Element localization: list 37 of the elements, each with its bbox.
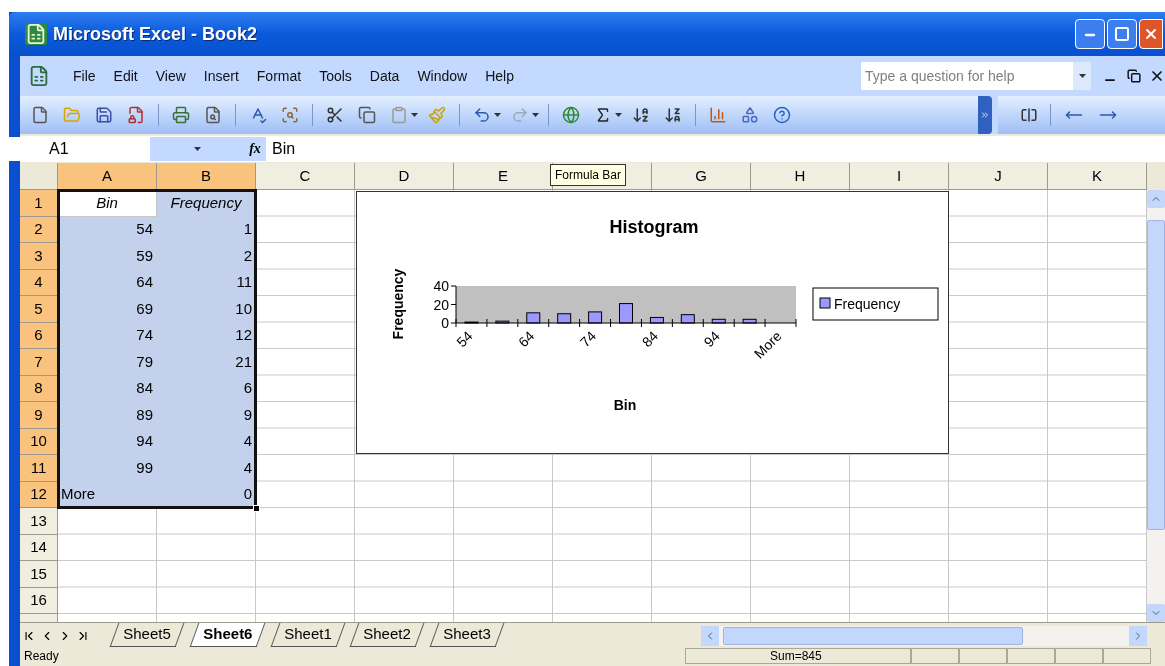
table-cell: 10 [157, 296, 256, 323]
x-tick-label: 74 [576, 327, 600, 351]
table-cell: 99 [58, 455, 157, 482]
table-cell: 1 [157, 216, 256, 243]
table-cell: 9 [157, 402, 256, 429]
table-cell: 69 [58, 296, 157, 323]
table-cell: 64 [58, 269, 157, 296]
legend-label: Frequency [834, 296, 901, 312]
table-cell: 54 [58, 216, 157, 243]
table-cell: 4 [157, 455, 256, 482]
x-tick-label: 54 [453, 327, 476, 351]
table-cell: 59 [58, 243, 157, 270]
status-text: Ready [23, 649, 59, 663]
y-axis-title: Frequency [390, 268, 406, 340]
table-cell: 74 [58, 322, 157, 349]
table-cell: 2 [157, 243, 256, 270]
table-cell: Frequency [157, 190, 256, 217]
table-cell: 11 [157, 269, 256, 296]
table-cell: 94 [58, 428, 157, 455]
y-tick-label: 0 [441, 315, 449, 331]
x-axis-title: Bin [613, 397, 637, 413]
table-cell: 6 [157, 375, 256, 402]
sum-readout: Sum=845 [685, 648, 911, 664]
table-cell: 21 [157, 349, 256, 376]
chart-title: Histogram [609, 217, 699, 237]
y-tick-label: 20 [433, 296, 449, 313]
x-tick-label: 94 [700, 327, 723, 351]
table-cell: 84 [58, 375, 157, 402]
table-cell: 89 [58, 402, 157, 429]
tooltip: Formula Bar [550, 164, 627, 186]
table-cell: 12 [157, 322, 256, 349]
table-cell: 4 [157, 428, 256, 455]
x-tick-label: 84 [638, 327, 662, 351]
y-tick-label: 40 [433, 278, 449, 294]
table-cell: 79 [58, 349, 157, 376]
x-tick-label: 64 [515, 327, 538, 351]
window-title: Microsoft Excel - Book2 [53, 22, 258, 46]
